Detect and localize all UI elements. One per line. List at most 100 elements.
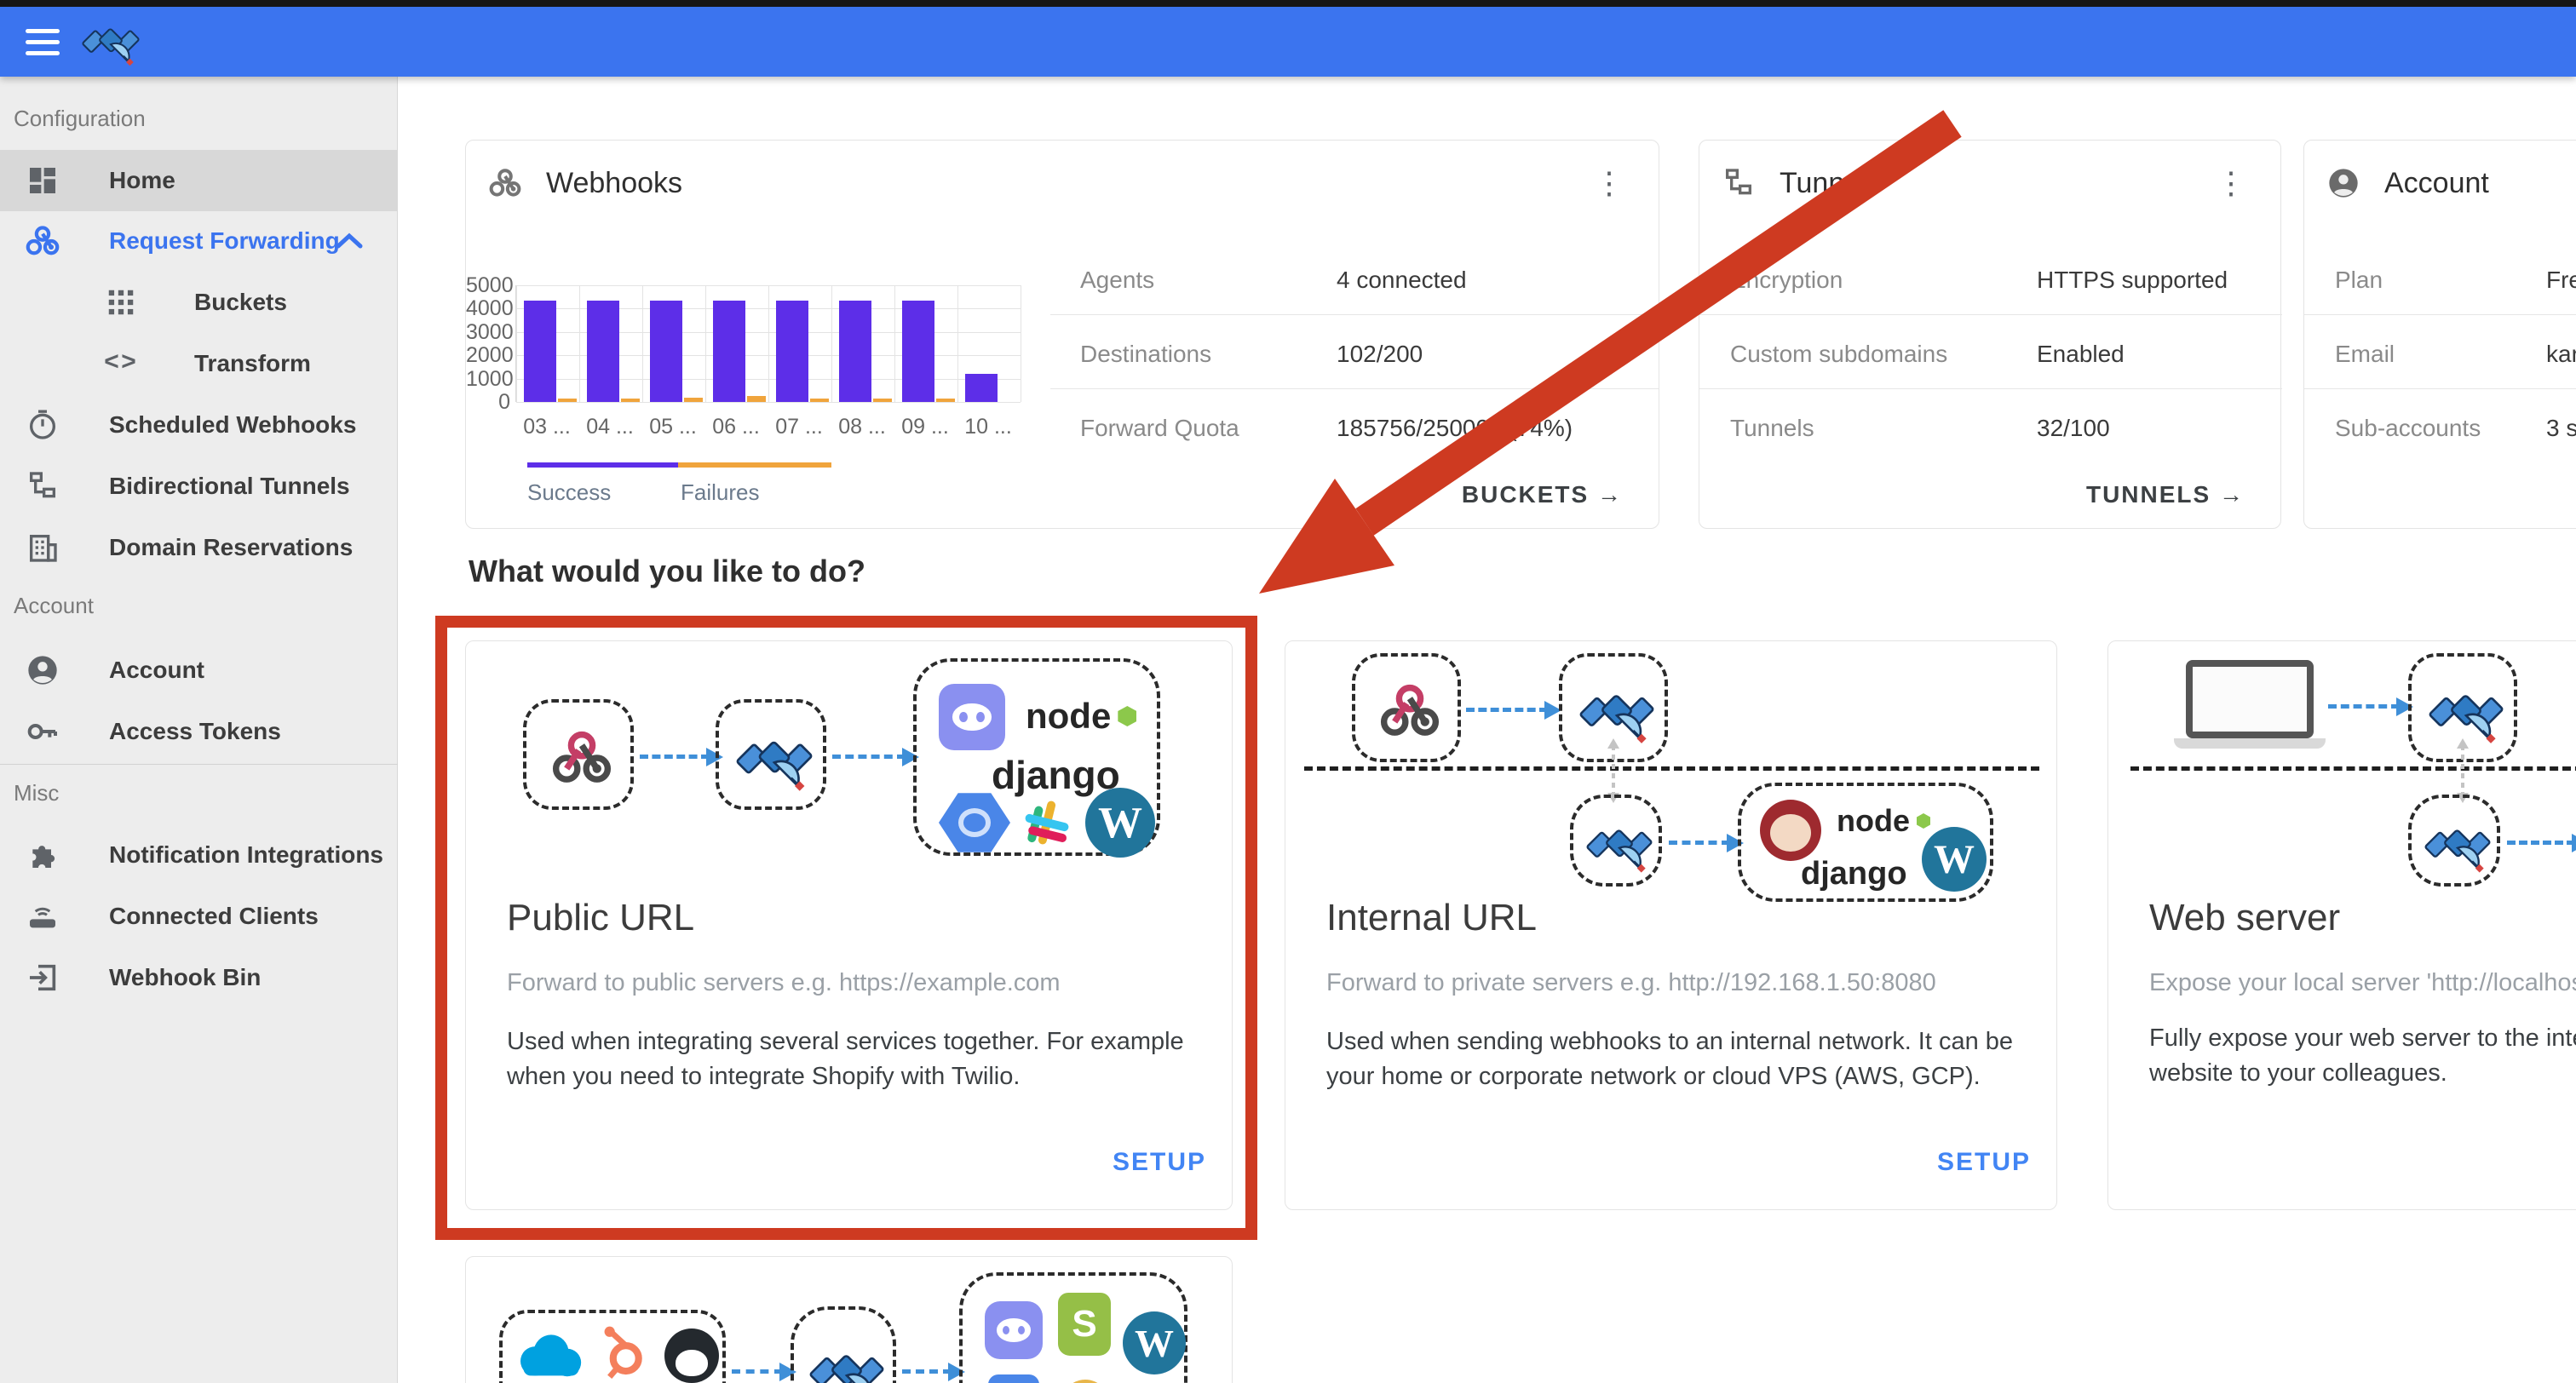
legend-label-failures[interactable]: Failures	[681, 479, 759, 506]
sidebar-item-webhook-bin[interactable]: Webhook Bin	[0, 947, 398, 1008]
chevron-up-icon[interactable]	[335, 231, 364, 255]
bar-failures	[747, 396, 766, 402]
gridline	[957, 285, 958, 402]
bar-failures	[621, 399, 640, 402]
sidebar-item-label: Bidirectional Tunnels	[109, 473, 350, 500]
salesforce-icon	[515, 1332, 588, 1383]
tunnels-icon	[1720, 164, 1757, 202]
legend-label-success[interactable]: Success	[527, 479, 611, 506]
y-tick-label: 4000	[466, 296, 510, 321]
satellite-icon	[2424, 811, 2491, 877]
wordpress-icon: W	[1085, 788, 1155, 858]
tunnels-link[interactable]: TUNNELS →	[2086, 481, 2245, 508]
internal-url-card[interactable]: node django W Internal URL Forward to pr…	[1285, 640, 2057, 1210]
row-divider	[1050, 388, 1659, 389]
gridline	[642, 285, 643, 402]
sidebar-item-connected-clients[interactable]: Connected Clients	[0, 886, 398, 947]
kebab-menu-icon[interactable]: ⋮	[2216, 164, 2246, 202]
action-card-subtitle: Expose your local server 'http://localho…	[2149, 969, 2576, 997]
menu-icon[interactable]	[26, 22, 65, 61]
django-logo: django	[992, 752, 1120, 798]
bar-failures	[810, 399, 829, 402]
arrow-right-icon: →	[2219, 481, 2245, 508]
nodejs-logo: node	[1837, 803, 1930, 839]
discord-icon	[939, 684, 1005, 750]
flow-arrow	[832, 755, 906, 759]
person-icon	[2325, 164, 2362, 202]
window-edge	[0, 0, 2576, 7]
sidebar-item-bidirectional-tunnels[interactable]: Bidirectional Tunnels	[0, 456, 398, 517]
sidebar-item-access-tokens[interactable]: Access Tokens	[0, 701, 398, 762]
action-card-description: Used when sending webhooks to an interna…	[1326, 1024, 2021, 1094]
bar-success	[839, 301, 871, 402]
webhook-source-box	[523, 699, 634, 810]
public-url-card[interactable]: node django W Public URL Forward to publ…	[465, 640, 1233, 1210]
destinations-box: node django W	[1738, 783, 1993, 902]
setup-button[interactable]: SETUP	[1937, 1148, 2031, 1177]
slack-icon	[1021, 796, 1073, 849]
action-card-subtitle: Forward to public servers e.g. https://e…	[507, 969, 1061, 997]
stat-value: 4 connected	[1337, 267, 1467, 294]
stat-value: Free	[2546, 267, 2576, 294]
sidebar-item-scheduled-webhooks[interactable]: Scheduled Webhooks	[0, 394, 398, 456]
stat-label: Encryption	[1730, 267, 1843, 294]
setup-button[interactable]: SETUP	[1113, 1148, 1206, 1177]
flow-arrow	[1466, 708, 1548, 712]
flow-arrow	[732, 1369, 783, 1374]
stat-label: Custom subdomains	[1730, 341, 1947, 368]
y-tick-label: 1000	[466, 367, 510, 392]
stat-value: 185756/250000 (74%)	[1337, 415, 1573, 442]
y-tick-label: 3000	[466, 320, 510, 345]
wordpress-icon: W	[1922, 827, 1987, 892]
stat-label: Agents	[1080, 267, 1154, 294]
bar-failures	[684, 398, 703, 402]
stat-value: kar	[2546, 341, 2576, 368]
sidebar-item-label: Connected Clients	[109, 903, 319, 930]
webhooks-card: Webhooks ⋮ 010002000300040005000 Success…	[465, 140, 1659, 529]
x-tick-label: 08 ...	[831, 415, 894, 439]
legend-failures-swatch	[678, 462, 831, 468]
action-card-title: Internal URL	[1326, 897, 1537, 939]
action-card-description-line: Fully expose your web server to the inte…	[2149, 1024, 2576, 1053]
bar-success	[524, 301, 556, 402]
bar-success	[713, 301, 745, 402]
action-card-title: Web server	[2149, 897, 2340, 939]
relay-box	[716, 699, 826, 810]
satellite-icon	[809, 1334, 884, 1383]
satellite-logo-icon[interactable]	[82, 12, 140, 70]
gridline	[768, 285, 769, 402]
y-tick-label: 0	[466, 390, 510, 415]
web-server-card[interactable]: Web server Expose your local server 'htt…	[2107, 640, 2576, 1210]
x-tick-label: 06 ...	[704, 415, 768, 439]
laptop-icon	[2186, 660, 2326, 749]
integrations-card-partial[interactable]: S W	[465, 1256, 1233, 1383]
stat-label: Tunnels	[1730, 415, 1814, 442]
stat-label: Destinations	[1080, 341, 1211, 368]
router-icon	[24, 898, 61, 935]
bar-success	[587, 301, 619, 402]
sidebar-section-misc: Misc	[14, 780, 59, 806]
bar-success	[776, 301, 808, 402]
gridline	[831, 285, 832, 402]
sidebar-item-notification-integrations[interactable]: Notification Integrations	[0, 824, 398, 886]
github-icon	[664, 1328, 719, 1383]
webhook-source-box	[1352, 653, 1461, 762]
sidebar-item-label: Webhook Bin	[109, 964, 261, 991]
sidebar-item-home[interactable]: Home	[0, 150, 398, 211]
bar-failures	[873, 399, 892, 402]
sidebar-item-account[interactable]: Account	[0, 640, 398, 701]
gridline	[579, 285, 580, 402]
webhooks-bar-chart: 010002000300040005000 Success Failures 0…	[466, 141, 1660, 530]
sidebar-item-transform[interactable]: <> Transform	[0, 333, 398, 394]
bar-success	[902, 301, 934, 402]
action-card-subtitle: Forward to private servers e.g. http://1…	[1326, 969, 1936, 997]
sidebar-item-label: Domain Reservations	[109, 534, 353, 561]
puzzle-icon	[24, 836, 61, 874]
sidebar-item-domain-reservations[interactable]: Domain Reservations	[0, 517, 398, 578]
row-divider	[2304, 314, 2576, 315]
sidebar-item-buckets[interactable]: Buckets	[0, 272, 398, 333]
satellite-icon	[1586, 811, 1653, 877]
buckets-link[interactable]: BUCKETS →	[1462, 481, 1623, 508]
sidebar-item-request-forwarding[interactable]: Request Forwarding	[0, 210, 398, 272]
gridline	[516, 285, 517, 402]
